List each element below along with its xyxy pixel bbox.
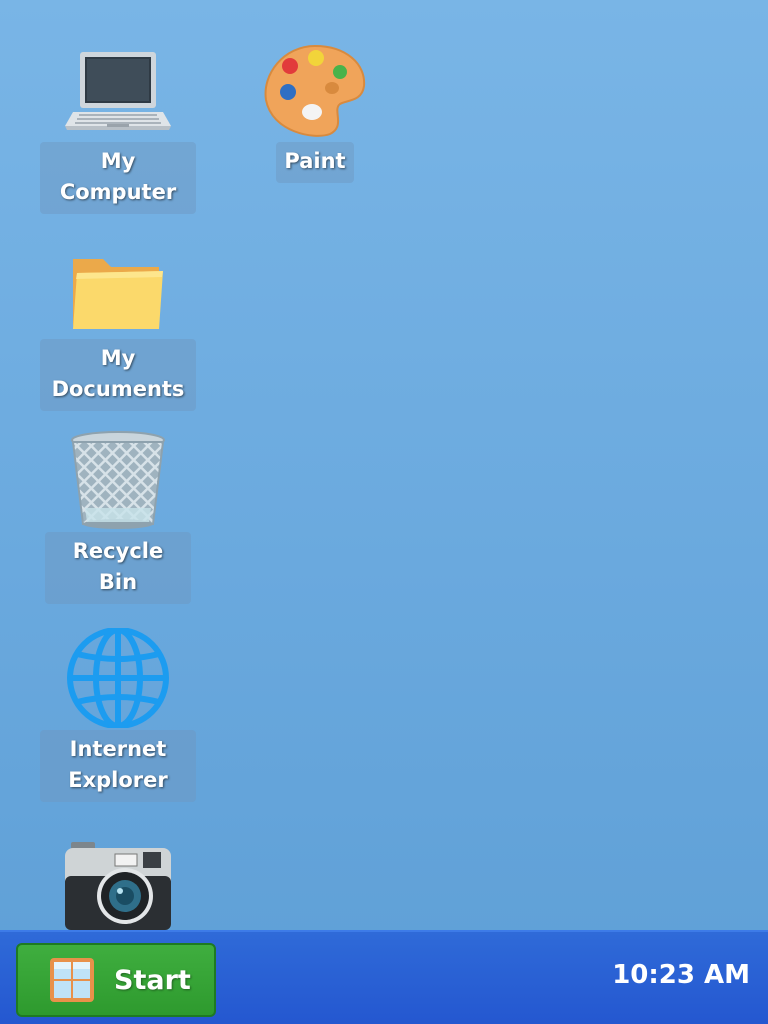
desktop-icon-my-documents[interactable]: My Documents [40,237,196,411]
windows-logo-icon [50,958,94,1002]
desktop-icon-label: My Documents [40,339,196,411]
desktop-icon-camera[interactable] [63,836,173,936]
desktop-icon-paint[interactable]: Paint [260,40,370,183]
laptop-icon [63,40,173,140]
desktop-icon-my-computer[interactable]: My Computer [40,40,196,214]
desktop-icon-internet-explorer[interactable]: Internet Explorer [40,628,196,802]
desktop-icon-label: Internet Explorer [40,730,196,802]
clock[interactable]: 10:23 AM [612,960,750,990]
recycle-bin-icon [63,430,173,530]
desktop-icon-label: Paint [276,142,354,183]
camera-icon [63,836,173,936]
desktop: My Computer Paint My Documents Recycle B… [0,0,768,1024]
taskbar: Start 10:23 AM [0,930,768,1024]
desktop-icon-recycle-bin[interactable]: Recycle Bin [45,430,191,604]
palette-icon [260,40,370,140]
desktop-icon-label: My Computer [40,142,196,214]
globe-icon [63,628,173,728]
start-label: Start [114,964,191,996]
folder-icon [63,237,173,337]
start-button[interactable]: Start [16,943,216,1017]
desktop-icon-label: Recycle Bin [45,532,191,604]
